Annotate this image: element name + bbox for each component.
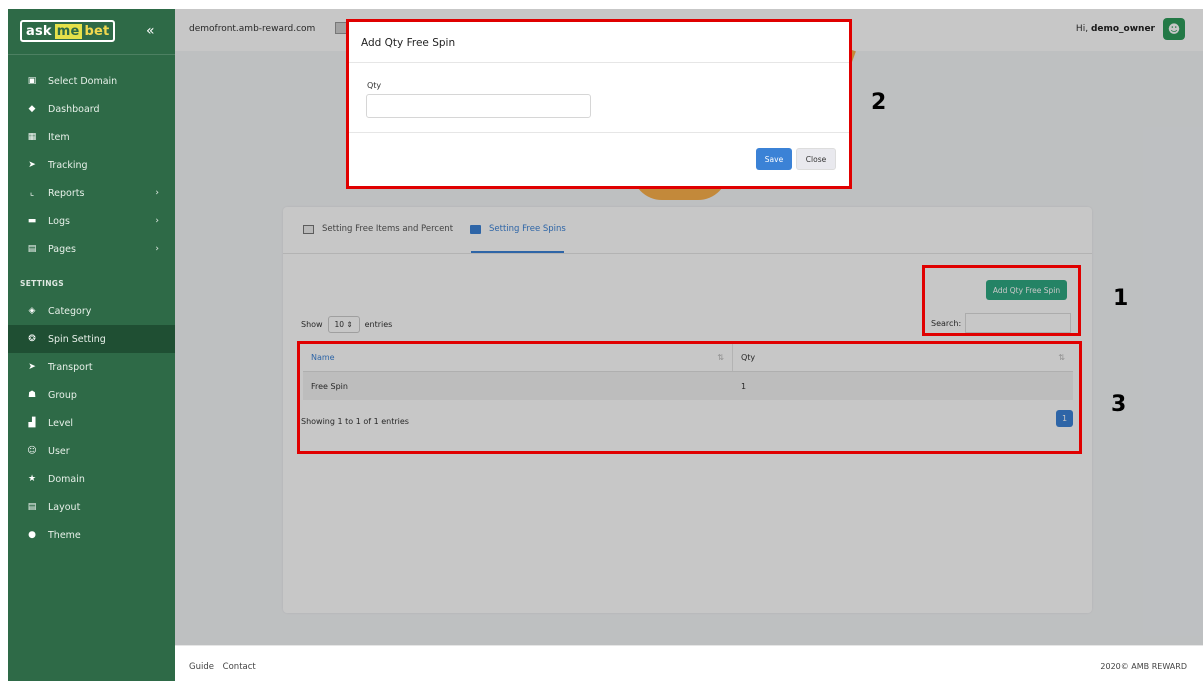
- sidebar-item-label: User: [48, 445, 70, 457]
- sidebar-item-reports[interactable]: ⌞ Reports ›: [8, 179, 175, 207]
- star-icon: ★: [27, 474, 37, 484]
- user-icon: ☺: [27, 446, 37, 456]
- item-icon: ▦: [27, 132, 37, 142]
- sidebar-item-label: Logs: [48, 215, 70, 227]
- annotation-box-2: [346, 19, 852, 189]
- logo[interactable]: ask me bet: [20, 20, 116, 42]
- sidebar-item-label: Level: [48, 417, 74, 429]
- level-icon: ▟: [28, 418, 36, 428]
- footer-links: Guide Contact: [189, 662, 262, 672]
- sidebar-item-category[interactable]: ◈ Category: [8, 297, 175, 325]
- sidebar-item-user[interactable]: ☺ User: [8, 437, 175, 465]
- sidebar-item-select-domain[interactable]: ▣ Select Domain: [8, 67, 175, 95]
- sidebar-item-label: Dashboard: [48, 103, 100, 115]
- logo-word-ask: ask: [26, 23, 52, 39]
- sidebar-item-tracking[interactable]: ➤ Tracking: [8, 151, 175, 179]
- sidebar-item-label: Spin Setting: [48, 333, 106, 345]
- chevron-right-icon: ›: [155, 188, 159, 198]
- sidebar-item-transport[interactable]: ➤ Transport: [8, 353, 175, 381]
- footer: Guide Contact 2020© AMB REWARD: [175, 645, 1203, 681]
- category-icon: ◈: [28, 306, 36, 316]
- sidebar-item-dashboard[interactable]: ◆ Dashboard: [8, 95, 175, 123]
- app-root: ask me bet « ▣ Select Domain ◆ Dashboard…: [0, 0, 1203, 681]
- annotation-number-1: 1: [1113, 286, 1129, 311]
- logo-word-bet: bet: [84, 23, 110, 39]
- sidebar-item-label: Domain: [48, 473, 85, 485]
- annotation-box-1: [922, 265, 1081, 336]
- contact-link[interactable]: Contact: [223, 662, 256, 672]
- tracking-icon: ➤: [28, 160, 36, 170]
- sidebar-item-label: Pages: [48, 243, 76, 255]
- sidebar-item-label: Reports: [48, 187, 85, 199]
- logo-word-me: me: [54, 23, 82, 39]
- sidebar-item-label: Group: [48, 389, 77, 401]
- sidebar-item-group[interactable]: ☗ Group: [8, 381, 175, 409]
- sidebar-item-pages[interactable]: ▤ Pages ›: [8, 235, 175, 263]
- logs-folder-icon: ▬: [27, 216, 37, 226]
- sidebar-item-label: Tracking: [48, 159, 88, 171]
- sidebar-item-label: Transport: [48, 361, 93, 373]
- collapse-sidebar-icon[interactable]: «: [146, 23, 155, 39]
- guide-link[interactable]: Guide: [189, 662, 214, 672]
- sidebar-item-label: Select Domain: [48, 75, 118, 87]
- sidebar-nav: ▣ Select Domain ◆ Dashboard ▦ Item ➤ Tra…: [8, 67, 175, 549]
- transport-icon: ➤: [28, 362, 36, 372]
- sidebar: ask me bet « ▣ Select Domain ◆ Dashboard…: [8, 9, 175, 681]
- settings-section-label: SETTINGS: [20, 279, 64, 288]
- chevron-right-icon: ›: [155, 216, 159, 226]
- annotation-box-3: [297, 341, 1082, 454]
- logo-row: ask me bet «: [8, 9, 175, 55]
- sidebar-item-logs[interactable]: ▬ Logs ›: [8, 207, 175, 235]
- chevron-right-icon: ›: [155, 244, 159, 254]
- theme-icon: ●: [28, 530, 36, 540]
- sidebar-item-label: Item: [48, 131, 70, 143]
- sidebar-item-label: Category: [48, 305, 92, 317]
- sidebar-item-label: Layout: [48, 501, 81, 513]
- sidebar-item-label: Theme: [48, 529, 81, 541]
- sidebar-item-spin-setting[interactable]: ❂ Spin Setting: [8, 325, 175, 353]
- sidebar-item-domain[interactable]: ★ Domain: [8, 465, 175, 493]
- sidebar-item-layout[interactable]: ▤ Layout: [8, 493, 175, 521]
- annotation-number-3: 3: [1111, 392, 1127, 417]
- sidebar-item-item[interactable]: ▦ Item: [8, 123, 175, 151]
- dashboard-icon: ◆: [28, 104, 36, 114]
- pages-icon: ▤: [27, 244, 37, 254]
- group-icon: ☗: [27, 390, 37, 400]
- reports-icon: ⌞: [29, 188, 35, 198]
- layout-icon: ▤: [27, 502, 37, 512]
- copyright: 2020© AMB REWARD: [1100, 662, 1187, 671]
- sidebar-item-theme[interactable]: ● Theme: [8, 521, 175, 549]
- spin-icon: ❂: [28, 334, 36, 344]
- sidebar-item-level[interactable]: ▟ Level: [8, 409, 175, 437]
- domain-select-icon: ▣: [27, 76, 37, 86]
- annotation-number-2: 2: [871, 90, 887, 115]
